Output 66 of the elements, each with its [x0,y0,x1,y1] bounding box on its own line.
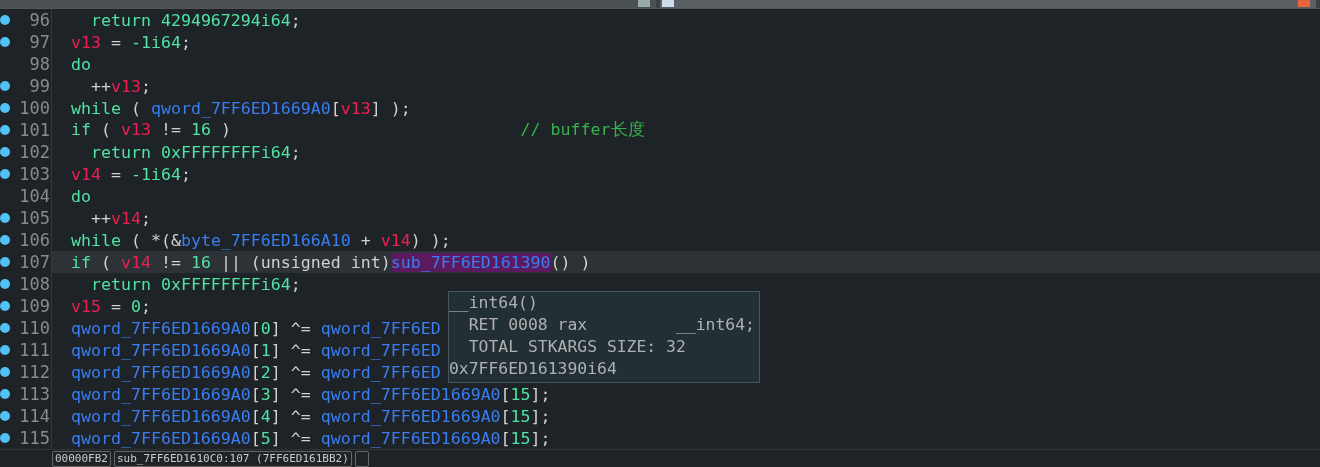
code-line: do [71,54,91,74]
code-line: ++v14; [89,208,151,228]
breakpoint-dot-icon[interactable] [0,15,10,25]
tooltip-line: 0x7FF6ED161390i64 [449,358,617,380]
breakpoint-dot-icon[interactable] [0,169,10,179]
breakpoint-dot-icon[interactable] [0,279,10,289]
address-field: 00000FB2 [52,451,111,467]
line-number: 100 [18,98,50,118]
line-number: 102 [18,142,50,162]
code-line: qword_7FF6ED1669A0[1] ^= qword_7FF6ED [71,340,441,360]
line-number: 106 [18,230,50,250]
line-number: 110 [18,318,50,338]
line-number: 107 [18,252,50,272]
code-line: qword_7FF6ED1669A0[4] ^= qword_7FF6ED1669A0[15]; [71,406,551,426]
breakpoint-dot-icon[interactable] [0,323,10,333]
breakpoint-dot-icon[interactable] [0,367,10,377]
code-line: if ( v14 != 16 || (unsigned int)sub_7FF6ED161390() ) [71,252,591,272]
line-number: 111 [18,340,50,360]
code-line: qword_7FF6ED1669A0[2] ^= qword_7FF6ED [71,362,441,382]
location-field: sub_7FF6ED1610C0:107 (7FF6ED161BB2) [114,451,352,467]
breakpoint-dot-icon[interactable] [0,213,10,223]
line-number: 108 [18,274,50,294]
breakpoint-dot-icon[interactable] [0,345,10,355]
line-number: 97 [28,32,50,52]
code-line: v15 = 0; [71,296,151,316]
breakpoint-dot-icon[interactable] [0,125,10,135]
tooltip-line: TOTAL STKARGS SIZE: 32 [467,336,686,358]
line-number: 101 [18,120,50,140]
line-number: 96 [28,10,50,30]
code-line: while ( *(&byte_7FF6ED166A10 + v14) ); [71,230,451,250]
code-line: qword_7FF6ED1669A0[0] ^= qword_7FF6ED [71,318,441,338]
line-number: 114 [18,406,50,426]
code-line: if ( v13 != 16 ) // buffer长度 [71,119,645,141]
breakpoint-dot-icon[interactable] [0,433,10,443]
code-line: while ( qword_7FF6ED1669A0[v13] ); [71,98,411,118]
line-number: 115 [18,428,50,448]
breakpoint-dot-icon[interactable] [0,235,10,245]
line-number: 103 [18,164,50,184]
document-icon [662,0,674,7]
code-line: qword_7FF6ED1669A0[3] ^= qword_7FF6ED1669A0[15]; [71,384,551,404]
code-line: return 0xFFFFFFFFi64; [89,142,301,162]
code-line: v13 = -1i64; [71,32,191,52]
breakpoint-dot-icon[interactable] [0,81,10,91]
breakpoint-dot-icon[interactable] [0,103,10,113]
status-field [354,451,369,467]
breakpoint-dot-icon[interactable] [0,301,10,311]
code-line: v14 = -1i64; [71,164,191,184]
line-number: 98 [28,54,50,74]
breakpoint-dot-icon[interactable] [0,257,10,267]
breakpoint-dot-icon[interactable] [0,37,10,47]
breakpoint-dot-icon[interactable] [0,411,10,421]
line-number: 104 [18,186,50,206]
line-number: 105 [18,208,50,228]
line-number: 112 [18,362,50,382]
line-number: 113 [18,384,50,404]
breakpoint-dot-icon[interactable] [0,147,10,157]
tooltip-line: __int64() [449,292,538,314]
code-line: return 4294967294i64; [89,10,301,30]
code-line: ++v13; [89,76,151,96]
code-line: return 0xFFFFFFFFi64; [89,274,301,294]
tooltip-line: RET 0008 rax __int64; [467,314,755,336]
code-line: qword_7FF6ED1669A0[5] ^= qword_7FF6ED1669A0[15]; [71,428,551,448]
line-number: 109 [18,296,50,316]
code-line: do [71,186,91,206]
line-number: 99 [28,76,50,96]
breakpoint-dot-icon[interactable] [0,389,10,399]
